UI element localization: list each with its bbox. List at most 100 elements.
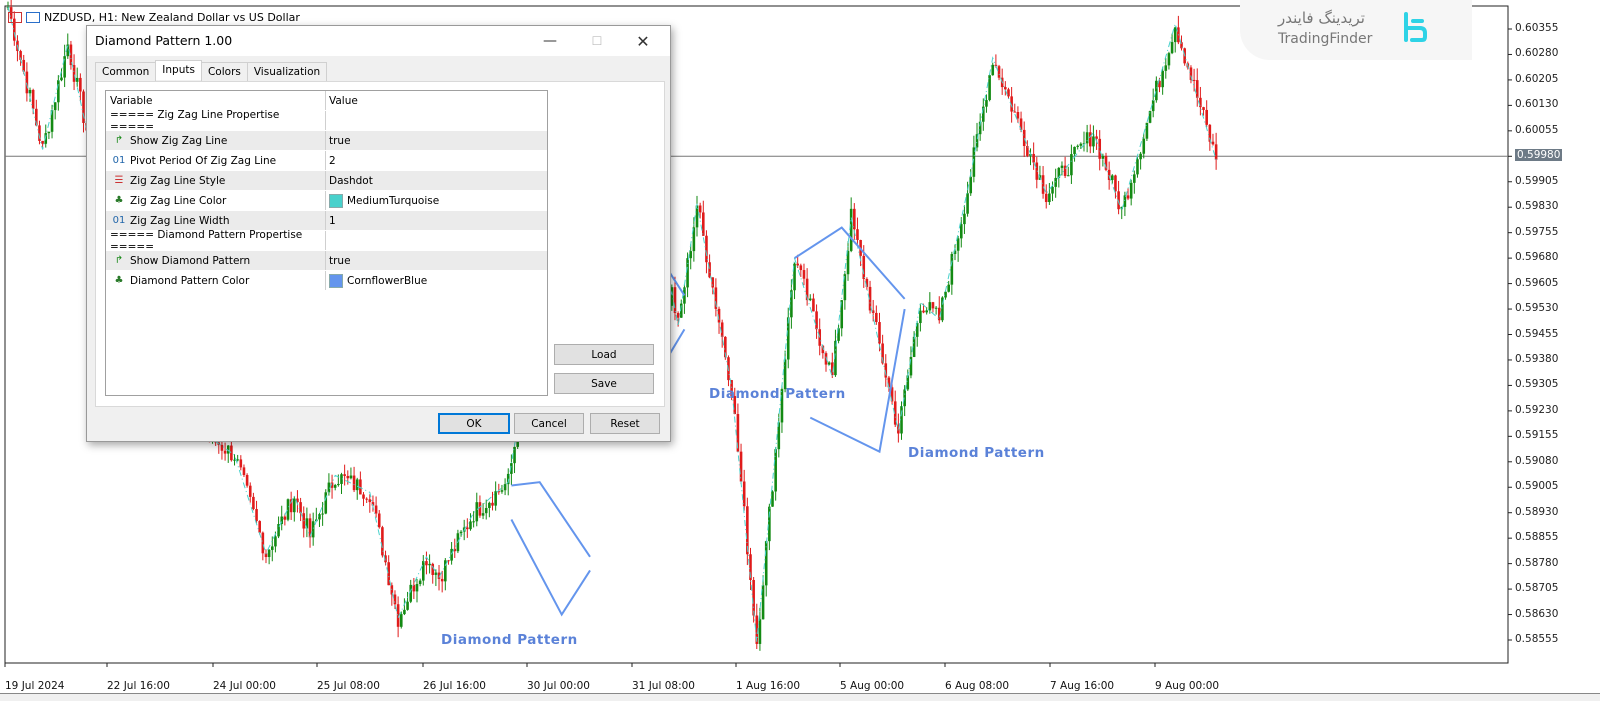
candle-body	[758, 619, 762, 644]
time-tick-label: 24 Jul 00:00	[213, 680, 276, 692]
candle-body	[1004, 87, 1007, 90]
value-cell[interactable]: 1	[326, 211, 547, 230]
candle-body	[425, 561, 428, 566]
variable-label: Zig Zag Line Color	[130, 194, 227, 207]
value-text: CornflowerBlue	[347, 274, 428, 287]
reset-button[interactable]: Reset	[590, 413, 660, 434]
candle-body	[28, 89, 32, 94]
candle-body	[311, 521, 315, 538]
candle-body	[494, 491, 497, 506]
candle-body	[299, 502, 302, 514]
time-tick-label: 19 Jul 2024	[5, 680, 65, 692]
candle-body	[236, 459, 239, 461]
save-button[interactable]: Save	[554, 373, 654, 394]
candle-body	[1173, 27, 1177, 43]
value-cell[interactable]: MediumTurquoise	[326, 191, 547, 210]
input-row[interactable]: ♣ Zig Zag Line Color MediumTurquoise	[106, 191, 547, 211]
candle-body	[856, 229, 859, 240]
price-tick-label: 0.60355	[1515, 22, 1559, 34]
ok-button[interactable]: OK	[438, 413, 510, 434]
candle-body	[258, 521, 261, 533]
variable-label: Zig Zag Line Style	[130, 174, 226, 187]
value-text: Dashdot	[329, 174, 373, 187]
candle-body	[985, 100, 988, 107]
candle-body	[491, 502, 494, 506]
tab-visualization[interactable]: Visualization	[246, 62, 328, 82]
candle-body	[270, 546, 274, 550]
price-tick-label: 0.59830	[1515, 200, 1559, 213]
input-row[interactable]: 01 Pivot Period Of Zig Zag Line 2	[106, 151, 547, 171]
candle-body	[1026, 146, 1029, 156]
candle-body	[478, 502, 482, 516]
candle-body	[233, 459, 236, 461]
candle-body	[1167, 53, 1171, 66]
variable-label: ===== Zig Zag Line Propertise =====	[110, 108, 280, 133]
price-tick-label: 0.59005	[1515, 480, 1559, 493]
close-button[interactable]: ✕	[620, 26, 666, 56]
value-cell[interactable]: CornflowerBlue	[326, 271, 547, 290]
candle-body	[862, 255, 866, 279]
candle-body	[919, 310, 922, 324]
color-swatch[interactable]	[329, 273, 343, 288]
diamond-pattern-label: Diamond Pattern	[709, 386, 846, 402]
time-tick-label: 30 Jul 00:00	[527, 680, 590, 692]
price-tick-label: 0.59980	[1515, 149, 1563, 162]
line-style-icon: ☰	[114, 175, 124, 186]
value-text: true	[329, 254, 351, 267]
candle-body	[928, 302, 932, 311]
time-tick-label: 7 Aug 16:00	[1050, 680, 1115, 692]
price-tick-label: 0.59155	[1515, 429, 1559, 442]
candle-body	[399, 614, 403, 627]
candle-body	[1126, 195, 1130, 199]
candle-body	[53, 102, 57, 111]
candle-body	[711, 277, 715, 288]
diamond-lower-edge	[510, 519, 591, 617]
price-tick-label: 0.59455	[1515, 327, 1559, 340]
input-row[interactable]: ↱ Show Diamond Pattern true	[106, 251, 547, 271]
candle-body	[739, 451, 743, 482]
tab-colors[interactable]: Colors	[200, 62, 248, 82]
candle-body	[1079, 143, 1083, 146]
chart-menu-icon[interactable]	[8, 11, 22, 23]
candle-body	[934, 307, 938, 309]
tab-common[interactable]: Common	[95, 62, 157, 82]
candle-body	[849, 208, 853, 251]
value-text: 2	[329, 154, 336, 167]
candle-body	[415, 584, 419, 592]
bool-arrow-icon: ↱	[114, 255, 124, 266]
candle-body	[1013, 111, 1017, 113]
value-cell[interactable]: true	[326, 251, 547, 270]
input-row[interactable]: ↱ Show Zig Zag Line true	[106, 131, 547, 151]
maximize-button[interactable]: ☐	[574, 26, 620, 56]
price-tick-label: 0.59605	[1515, 276, 1559, 289]
value-cell[interactable]: 2	[326, 151, 547, 170]
input-row[interactable]: ☰ Zig Zag Line Style Dashdot	[106, 171, 547, 191]
candle-body	[406, 601, 409, 610]
value-cell	[326, 231, 547, 250]
price-tick-label: 0.58630	[1515, 607, 1559, 620]
candle-body	[25, 71, 29, 94]
inputs-grid: Variable Value ===== Zig Zag Line Proper…	[105, 90, 548, 396]
price-tick-label: 0.60055	[1515, 123, 1559, 136]
candle-body	[475, 502, 479, 522]
candle-body	[1016, 112, 1020, 119]
color-swatch[interactable]	[329, 193, 343, 208]
minimize-button[interactable]: —	[527, 26, 573, 56]
candle-body	[428, 563, 431, 566]
logo-text-fa: تریدینگ فایندر	[1278, 9, 1365, 27]
candle-body	[1195, 80, 1199, 98]
value-cell[interactable]: true	[326, 131, 547, 150]
candle-body	[991, 64, 995, 76]
candle-body	[355, 479, 359, 491]
dialog-titlebar[interactable]: Diamond Pattern 1.00 — ☐ ✕	[87, 26, 670, 56]
indicator-list-icon[interactable]	[26, 11, 40, 23]
variable-cell: ♣ Zig Zag Line Color	[106, 191, 326, 210]
candle-body	[1051, 186, 1054, 194]
value-cell[interactable]: Dashdot	[326, 171, 547, 190]
cancel-button[interactable]: Cancel	[514, 413, 584, 434]
load-button[interactable]: Load	[554, 344, 654, 365]
candle-body	[1092, 136, 1095, 147]
price-tick-label: 0.59080	[1515, 454, 1559, 467]
tab-inputs[interactable]: Inputs	[155, 60, 202, 80]
input-row[interactable]: ♣ Diamond Pattern Color CornflowerBlue	[106, 271, 547, 291]
